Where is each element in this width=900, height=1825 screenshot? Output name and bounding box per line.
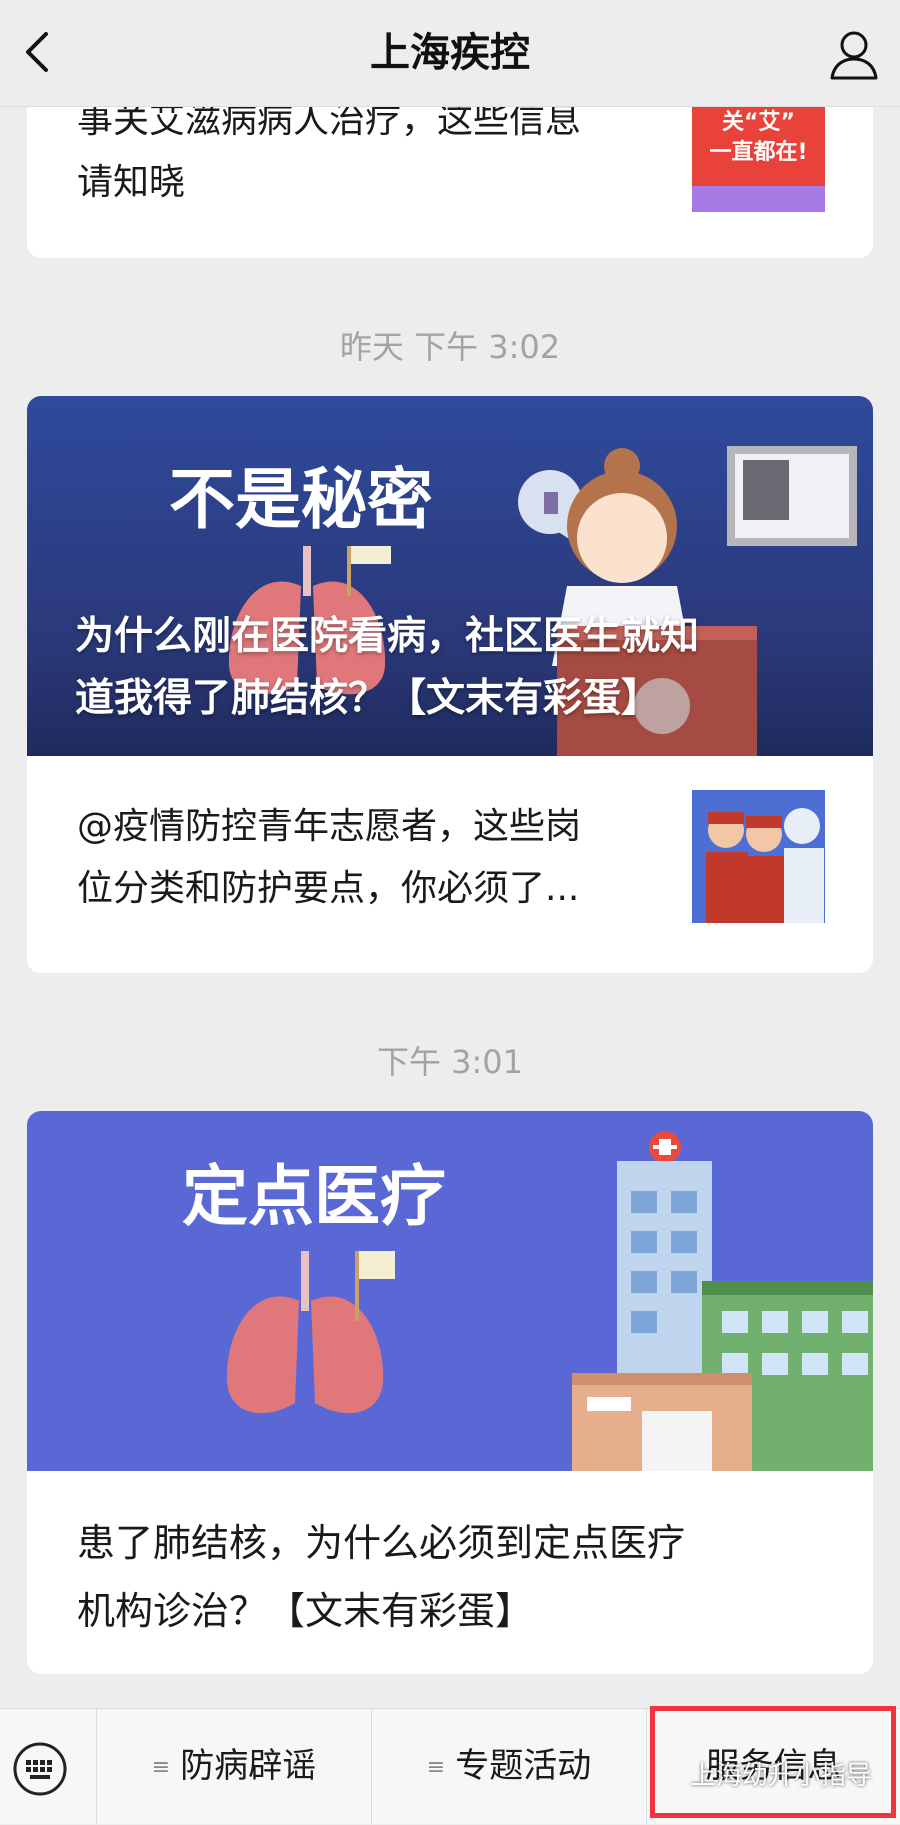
xray-board-illustration	[727, 446, 857, 546]
article-group-card[interactable]: 不是秘密 为什么刚在医院看病，社区医生就知 道我得了肺结核？【文末有彩蛋】 @疫…	[27, 396, 873, 973]
volunteers-illustration	[692, 790, 825, 923]
article-thumbnail: 关“艾” 一直都在!	[692, 100, 825, 212]
menu-list-icon: ≡	[426, 1755, 446, 1780]
navigation-bar: 上海疾控	[0, 0, 900, 107]
sub-article-thumbnail	[692, 790, 825, 923]
timestamp: 下午 3:01	[376, 1043, 524, 1081]
lungs-illustration	[226, 1251, 395, 1414]
sub-article-title: @疫情防控青年志愿者，这些岗 位分类和防护要点，你必须了...	[77, 806, 582, 909]
menu-item-topics[interactable]: ≡ 专题活动	[372, 1709, 647, 1824]
profile-icon[interactable]	[826, 26, 882, 82]
cover-banner-text: 定点医疗	[182, 1158, 446, 1235]
keyboard-toggle-button[interactable]	[0, 1709, 97, 1824]
menu-list-icon: ≡	[151, 1755, 171, 1780]
article-cover-image[interactable]: 定点医疗	[27, 1111, 873, 1471]
cover-banner-text: 不是秘密	[169, 461, 433, 538]
article-group-card[interactable]: 定点医疗 患了肺结核，为什么必须到定点医疗 机构诊治？【文末有彩蛋】	[27, 1111, 873, 1674]
article-cover-image[interactable]: 不是秘密 为什么刚在医院看病，社区医生就知 道我得了肺结核？【文末有彩蛋】	[27, 396, 873, 756]
hospital-illustration	[572, 1131, 873, 1471]
timestamp: 昨天 下午 3:02	[339, 328, 561, 366]
keyboard-icon	[13, 1742, 67, 1796]
article-title: 患了肺结核，为什么必须到定点医疗 机构诊治？【文末有彩蛋】	[77, 1521, 686, 1633]
article-title: 事关艾滋病病人治疗，这些信息 请知晓	[77, 100, 582, 203]
page-title: 上海疾控	[370, 30, 530, 76]
menu-item-rumor[interactable]: ≡ 防病辟谣	[97, 1709, 372, 1824]
cover-article-title: 为什么刚在医院看病，社区医生就知 道我得了肺结核？【文末有彩蛋】	[75, 614, 700, 721]
sub-article-item[interactable]: @疫情防控青年志愿者，这些岗 位分类和防护要点，你必须了...	[27, 756, 873, 973]
watermark: 上海幼升小指导	[690, 1761, 873, 1791]
